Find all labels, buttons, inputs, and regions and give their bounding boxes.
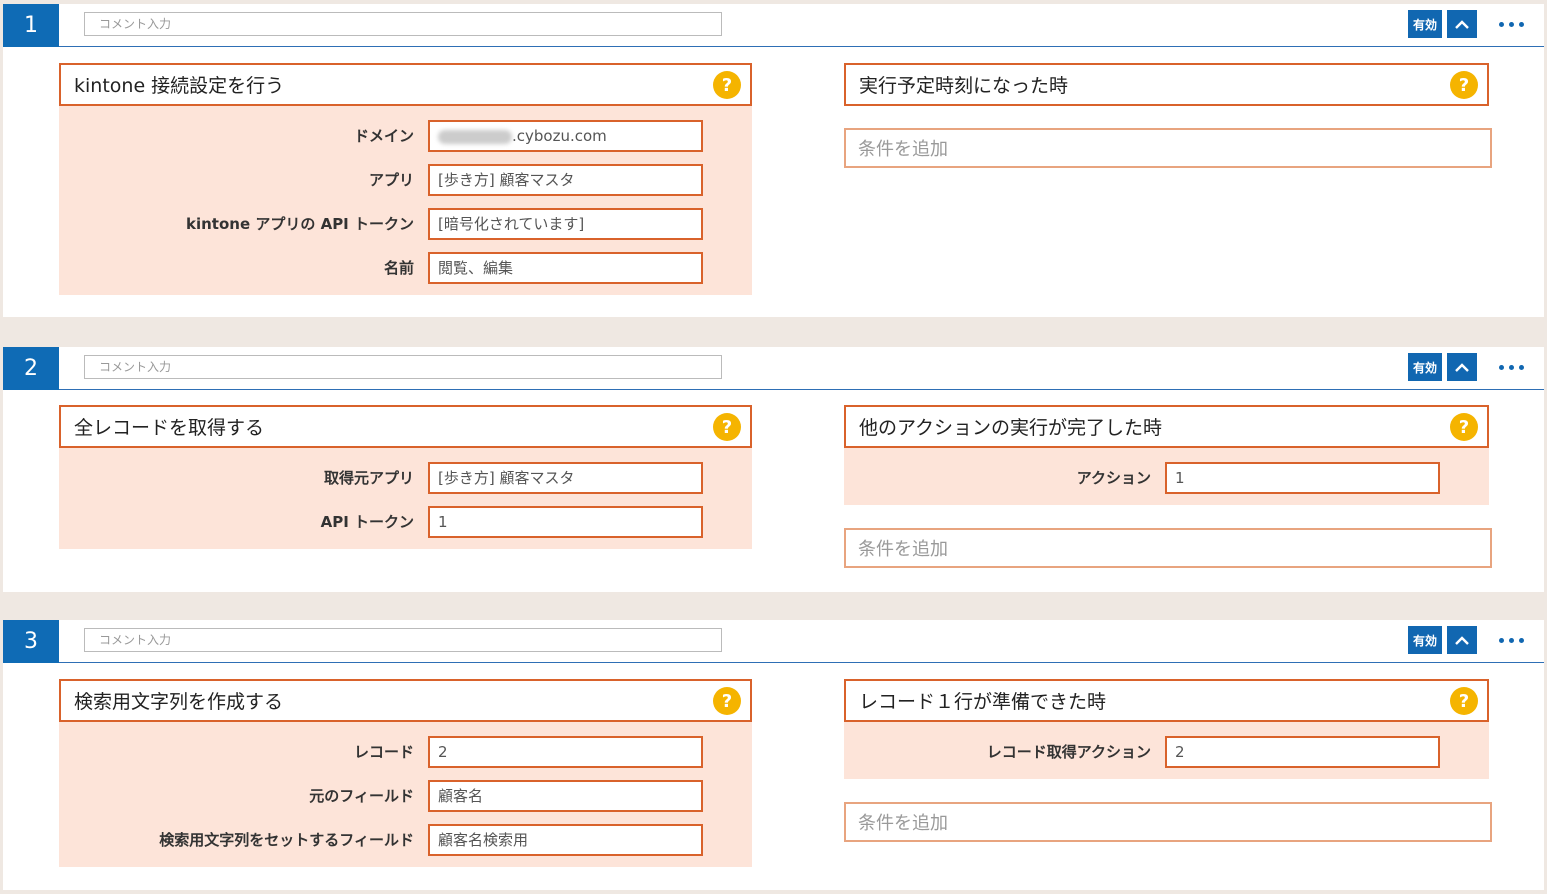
field-label: 名前 [383,259,414,277]
field-label: ドメイン [353,127,414,145]
step-header: 3 有効 [3,620,1544,663]
app-field[interactable]: [歩き方] 顧客マスタ [428,164,703,196]
collapse-button[interactable] [1447,626,1477,654]
field-label: 検索用文字列をセットするフィールド [159,831,414,849]
action-title[interactable]: kintone 接続設定を行う ? [59,63,752,106]
record-field[interactable]: 2 [428,736,703,768]
add-condition-button[interactable]: 条件を追加 [844,802,1492,842]
more-options-button[interactable] [1491,10,1531,38]
enabled-toggle[interactable]: 有効 [1408,626,1442,654]
step-number: 3 [3,620,59,663]
trigger-fields: アクション 1 [844,448,1489,505]
step-card-2: 2 有効 全レコードを取得する ? 取得元アプリ [歩き方] 顧客マスタ API… [3,347,1544,592]
dot-icon [1498,637,1504,643]
action-fields: ドメイン .cybozu.com アプリ [歩き方] 顧客マスタ kintone… [59,106,752,295]
domain-field[interactable]: .cybozu.com [428,120,703,152]
trigger-title[interactable]: 他のアクションの実行が完了した時 ? [844,405,1489,448]
dot-icon [1518,637,1524,643]
step-card-1: 1 有効 kintone 接続設定を行う ? ドメイン .cybozu.com … [3,4,1544,317]
help-icon[interactable]: ? [713,687,741,715]
add-condition-button[interactable]: 条件を追加 [844,528,1492,568]
dot-icon [1508,637,1514,643]
field-label: kintone アプリの API トークン [186,215,414,233]
domain-suffix: .cybozu.com [512,127,607,145]
trigger-fields: レコード取得アクション 2 [844,722,1489,779]
action-title-text: 全レコードを取得する [74,417,265,439]
dot-icon [1498,364,1504,370]
chevron-up-icon [1455,363,1469,372]
step-header: 2 有効 [3,347,1544,390]
step-number: 2 [3,347,59,390]
more-options-button[interactable] [1491,353,1531,381]
dot-icon [1518,21,1524,27]
action-field[interactable]: 1 [1165,462,1440,494]
trigger-title-text: 実行予定時刻になった時 [859,75,1069,97]
name-field[interactable]: 閲覧、編集 [428,252,703,284]
help-icon[interactable]: ? [713,71,741,99]
enabled-toggle[interactable]: 有効 [1408,353,1442,381]
action-title-text: 検索用文字列を作成する [74,691,284,713]
chevron-up-icon [1455,636,1469,645]
source-field[interactable]: 顧客名 [428,780,703,812]
api-token-field[interactable]: 1 [428,506,703,538]
help-icon[interactable]: ? [1450,687,1478,715]
comment-input[interactable] [84,628,722,652]
field-label: 元のフィールド [309,787,414,805]
dot-icon [1518,364,1524,370]
field-label: アプリ [368,171,414,189]
dot-icon [1508,21,1514,27]
collapse-button[interactable] [1447,353,1477,381]
comment-input[interactable] [84,355,722,379]
field-label: レコード [353,743,414,761]
step-header: 1 有効 [3,4,1544,47]
enabled-toggle[interactable]: 有効 [1408,10,1442,38]
help-icon[interactable]: ? [713,413,741,441]
action-title[interactable]: 全レコードを取得する ? [59,405,752,448]
api-token-field[interactable]: [暗号化されています] [428,208,703,240]
step-card-3: 3 有効 検索用文字列を作成する ? レコード 2 元のフィールド 顧客名 検索… [3,620,1544,890]
action-title[interactable]: 検索用文字列を作成する ? [59,679,752,722]
target-field[interactable]: 顧客名検索用 [428,824,703,856]
comment-input[interactable] [84,12,722,36]
step-number: 1 [3,4,59,47]
collapse-button[interactable] [1447,10,1477,38]
blurred-subdomain [438,129,512,144]
action-title-text: kintone 接続設定を行う [74,75,285,97]
field-label: 取得元アプリ [323,469,414,487]
help-icon[interactable]: ? [1450,413,1478,441]
help-icon[interactable]: ? [1450,71,1478,99]
source-app-field[interactable]: [歩き方] 顧客マスタ [428,462,703,494]
field-label: アクション [1076,469,1151,487]
chevron-up-icon [1455,20,1469,29]
record-action-field[interactable]: 2 [1165,736,1440,768]
dot-icon [1498,21,1504,27]
dot-icon [1508,364,1514,370]
trigger-title-text: 他のアクションの実行が完了した時 [859,417,1163,439]
trigger-title[interactable]: レコード１行が準備できた時 ? [844,679,1489,722]
field-label: API トークン [320,513,414,531]
trigger-title[interactable]: 実行予定時刻になった時 ? [844,63,1489,106]
field-label: レコード取得アクション [986,743,1151,761]
action-fields: レコード 2 元のフィールド 顧客名 検索用文字列をセットするフィールド 顧客名… [59,722,752,867]
more-options-button[interactable] [1491,626,1531,654]
add-condition-button[interactable]: 条件を追加 [844,128,1492,168]
action-fields: 取得元アプリ [歩き方] 顧客マスタ API トークン 1 [59,448,752,549]
trigger-title-text: レコード１行が準備できた時 [859,691,1107,713]
